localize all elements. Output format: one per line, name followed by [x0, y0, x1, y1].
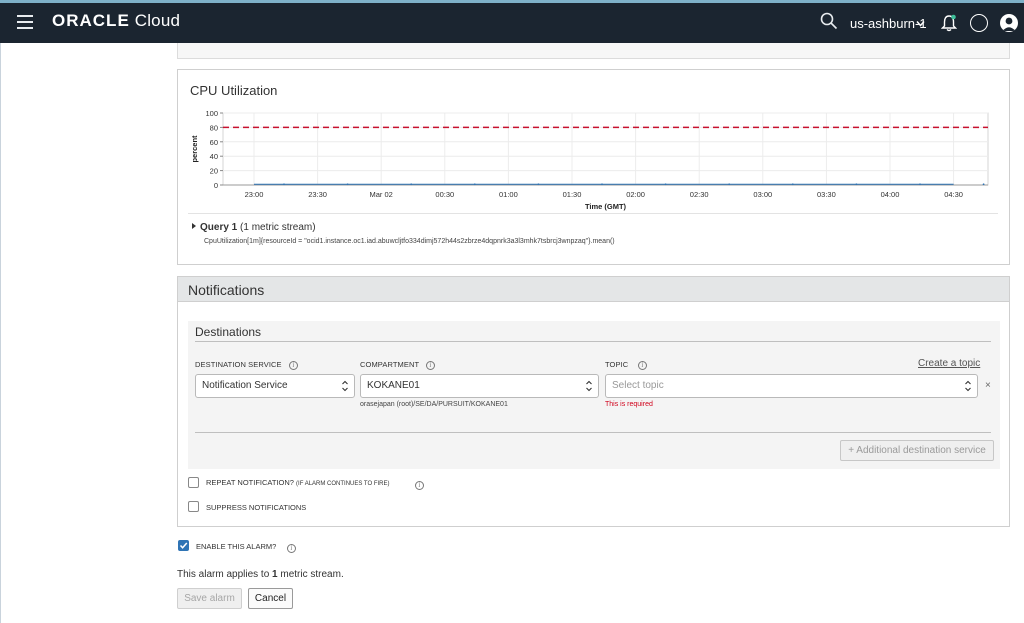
cpu-utilization-title: CPU Utilization [190, 83, 278, 98]
select-arrows-icon [342, 380, 348, 392]
y-tick-label: 20 [210, 167, 218, 176]
cancel-button[interactable]: Cancel [248, 588, 293, 609]
cpu-data-point [791, 183, 794, 186]
cpu-data-point [728, 183, 731, 186]
cpu-data-point [982, 183, 985, 186]
y-tick-label: 100 [205, 109, 218, 118]
notifications-title: Notifications [188, 282, 265, 298]
x-axis-title: Time (GMT) [585, 202, 627, 211]
destinations-divider [195, 341, 991, 342]
cpu-data-point [346, 183, 349, 186]
destination-service-select[interactable]: Notification Service [195, 374, 355, 398]
destinations-bottom-divider [195, 432, 991, 433]
additional-destination-service-button[interactable]: + Additional destination service [840, 440, 994, 461]
cpu-utilization-chart: 0 20 40 60 80 100 23:00 23:30 Mar 02 00:30 01:00 01… [190, 109, 989, 211]
compartment-select[interactable]: KOKANE01 [360, 374, 599, 398]
caret-right-icon [192, 223, 196, 229]
left-sidebar-edge [0, 43, 1, 623]
search-icon[interactable] [820, 12, 838, 30]
x-tick-label: 00:30 [435, 190, 454, 199]
cpu-utilization-panel: CPU Utilization 0 20 40 60 80 100 23:00 23:30 Ma… [177, 69, 1010, 265]
cpu-data-point [537, 183, 540, 186]
x-tick-label: 01:00 [499, 190, 518, 199]
destinations-title: Destinations [195, 325, 262, 339]
topic-label: TOPIC [605, 360, 629, 369]
destinations-section: Destinations DESTINATION SERVICE i Notif… [188, 321, 1000, 469]
select-arrows-icon [586, 380, 592, 392]
previous-section-panel [177, 43, 1010, 59]
x-tick-label: 02:30 [690, 190, 709, 199]
notifications-header: Notifications [178, 277, 1009, 302]
remove-destination-icon[interactable]: × [985, 380, 991, 391]
enable-alarm-label: ENABLE THIS ALARM? [196, 542, 277, 551]
y-axis-title: percent [190, 135, 199, 163]
notifications-panel: Notifications Destinations DESTINATION S… [177, 276, 1010, 527]
x-tick-label: 23:00 [245, 190, 264, 199]
topic-select[interactable]: Select topic [605, 374, 978, 398]
repeat-notification-checkbox[interactable] [188, 477, 199, 488]
create-topic-link[interactable]: Create a topic [918, 358, 980, 369]
info-icon[interactable]: i [415, 481, 424, 490]
oracle-cloud-logo[interactable]: ORACLE Cloud [52, 11, 180, 31]
cpu-data-point [855, 183, 858, 186]
y-tick-label: 80 [210, 123, 218, 132]
chevron-down-icon[interactable] [916, 19, 925, 28]
y-tick-label: 0 [214, 181, 218, 190]
enable-alarm-checkbox[interactable] [178, 540, 189, 551]
compartment-path: orasejapan (root)/SE/DA/PURSUIT/KOKANE01 [360, 401, 508, 408]
top-navigation-bar: ORACLE Cloud us-ashburn-1 [0, 0, 1024, 43]
info-icon[interactable]: i [289, 361, 298, 370]
x-tick-label: 02:00 [626, 190, 645, 199]
x-tick-label: 03:30 [817, 190, 836, 199]
cpu-data-point [473, 183, 476, 186]
cpu-data-point [664, 183, 667, 186]
repeat-notification-label: REPEAT NOTIFICATION? (IF ALARM CONTINUES… [206, 478, 390, 487]
y-tick-label: 60 [210, 138, 218, 147]
x-tick-label: 23:30 [308, 190, 327, 199]
x-tick-label: 04:30 [944, 190, 963, 199]
user-avatar-icon[interactable] [1000, 14, 1018, 32]
cpu-data-point [410, 183, 413, 186]
info-icon[interactable]: i [287, 544, 296, 553]
suppress-notifications-checkbox[interactable] [188, 501, 199, 512]
suppress-notifications-label: SUPPRESS NOTIFICATIONS [206, 503, 307, 512]
x-tick-label: Mar 02 [370, 190, 393, 199]
cpu-data-point [283, 183, 285, 186]
hamburger-menu-icon[interactable] [17, 15, 33, 29]
alarm-applies-text: This alarm applies to 1 metric stream. [177, 569, 344, 580]
info-icon[interactable]: i [426, 361, 435, 370]
select-arrows-icon [965, 380, 971, 392]
chart-divider [188, 213, 998, 214]
destination-service-label: DESTINATION SERVICE [195, 360, 282, 369]
x-tick-label: 01:30 [563, 190, 582, 199]
cpu-data-point [919, 183, 921, 186]
help-icon[interactable] [970, 14, 988, 32]
y-tick-label: 40 [210, 152, 218, 161]
compartment-label: COMPARTMENT [360, 360, 420, 369]
checkmark-icon [179, 542, 188, 549]
query-toggle[interactable]: Query 1 (1 metric stream) [192, 222, 316, 233]
x-tick-label: 04:00 [881, 190, 900, 199]
cpu-data-point [601, 183, 603, 186]
plot-area [222, 112, 989, 186]
save-alarm-button[interactable]: Save alarm [177, 588, 242, 609]
query-expression: CpuUtilization[1m]{resourceId = "ocid1.i… [204, 238, 615, 245]
topic-error-message: This is required [605, 401, 653, 408]
x-tick-label: 03:00 [753, 190, 772, 199]
info-icon[interactable]: i [638, 361, 647, 370]
notifications-bell-icon[interactable] [941, 14, 957, 32]
